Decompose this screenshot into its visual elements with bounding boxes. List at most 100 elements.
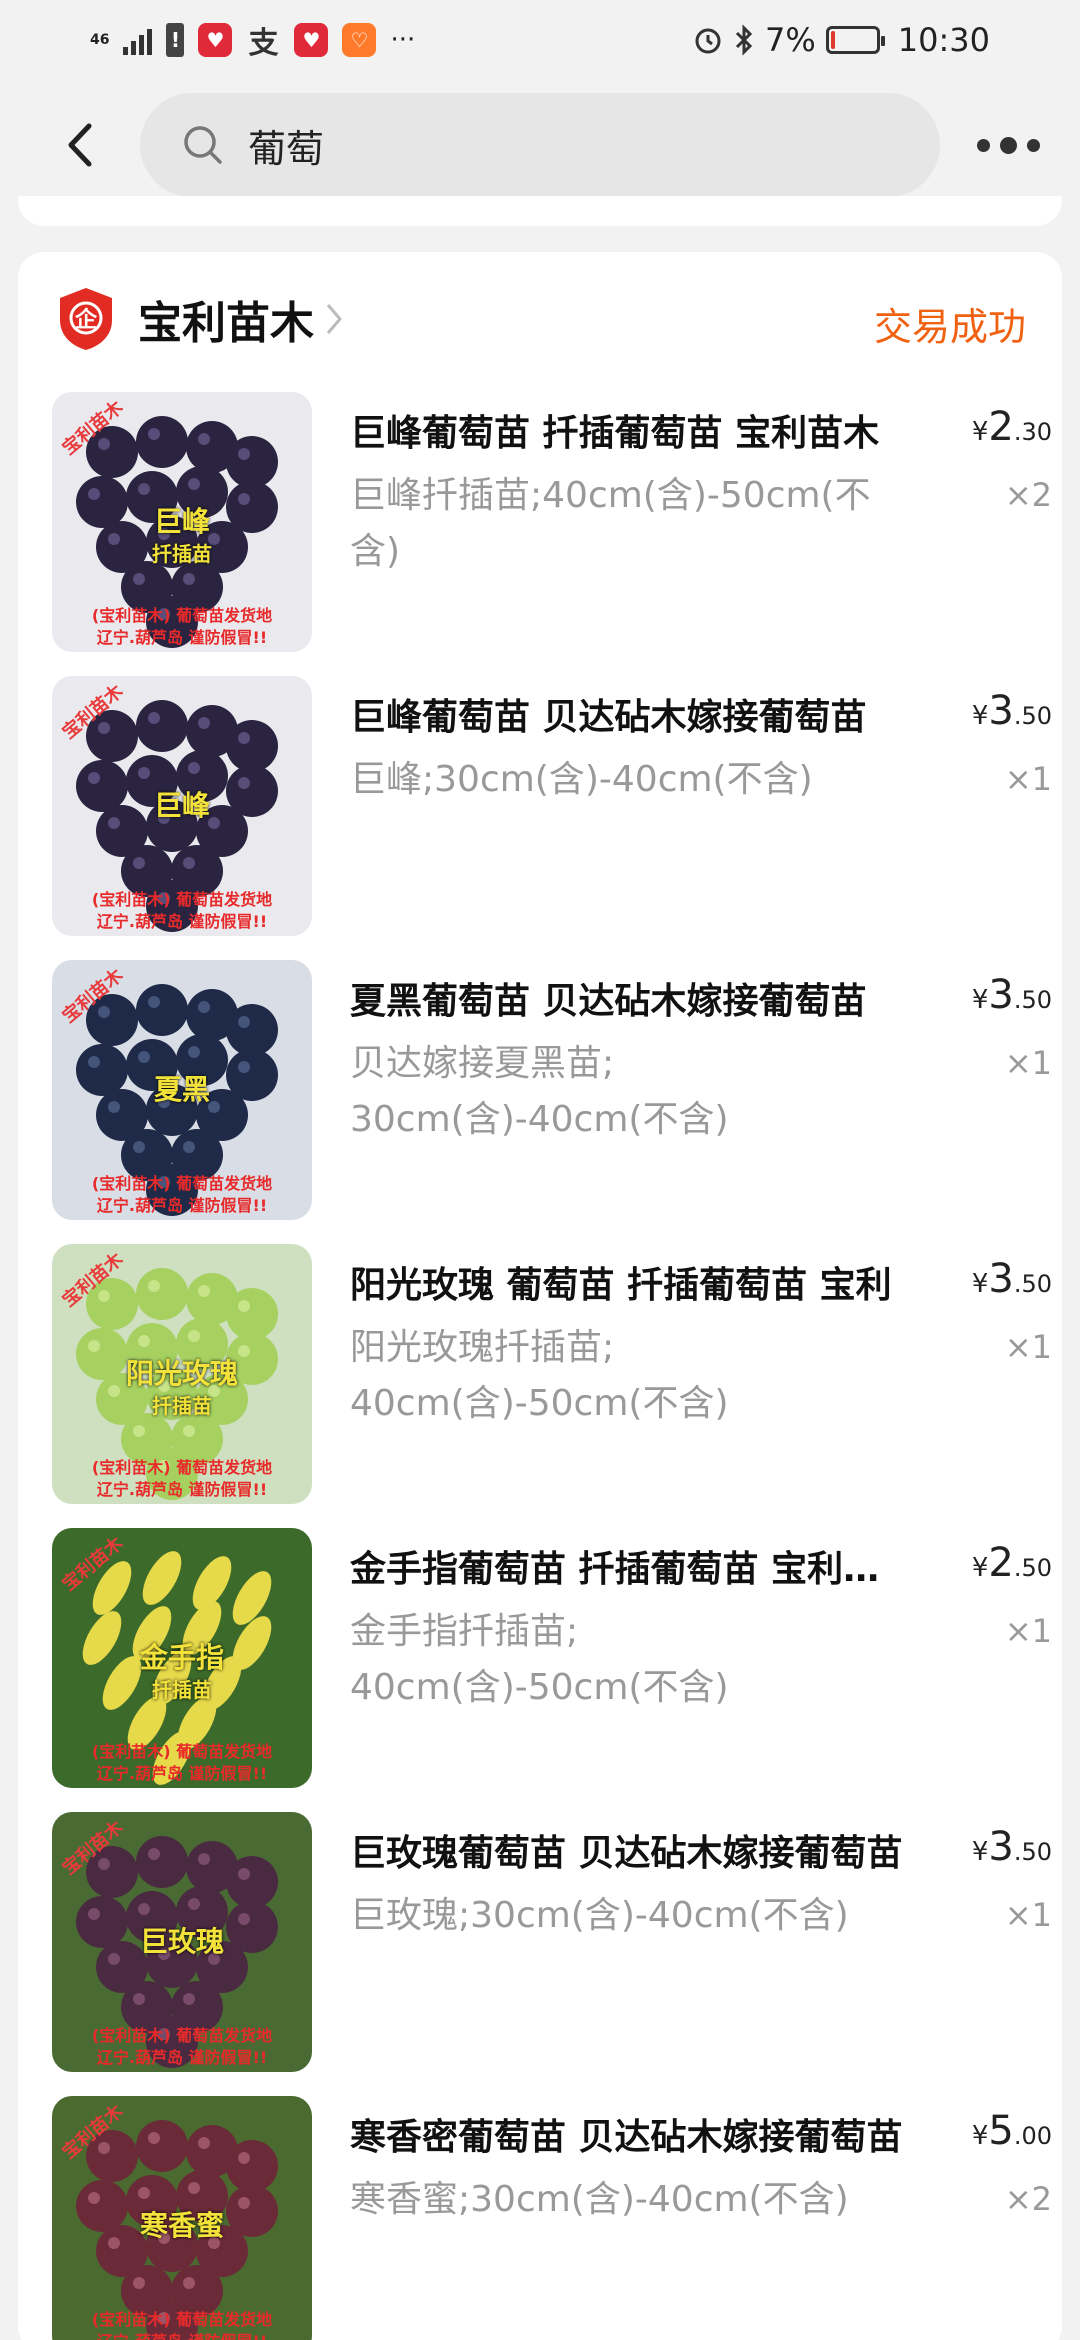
- product-title[interactable]: 寒香密葡萄苗 贝达砧木嫁接葡萄苗: [350, 2108, 910, 2160]
- alarm-icon: [695, 28, 721, 54]
- product-quantity: ×1: [1004, 760, 1052, 798]
- product-quantity: ×1: [1004, 1044, 1052, 1082]
- price-integer: 3: [988, 1256, 1014, 1302]
- product-image[interactable]: 宝利苗木 巨峰 扦插苗 (宝利苗木) 葡萄苗发货地 辽宁.葫芦岛 谨防假冒!!: [52, 392, 312, 652]
- search-icon: [184, 126, 222, 164]
- image-variety-label: 巨玫瑰: [139, 1925, 224, 1958]
- product-price: ¥3.50: [972, 1824, 1052, 1870]
- battery-percent: 7%: [765, 21, 816, 59]
- product-price: ¥2.30: [972, 404, 1052, 450]
- product-quantity: ×1: [1004, 1612, 1052, 1650]
- product-title[interactable]: 阳光玫瑰 葡萄苗 扦插葡萄苗 宝利: [350, 1256, 910, 1308]
- order-item[interactable]: 宝利苗木 金手指 扦插苗 (宝利苗木) 葡萄苗发货地 辽宁.葫芦岛 谨防假冒!! 金手指葡…: [52, 1528, 1052, 1790]
- alert-icon: !: [166, 23, 185, 57]
- image-caption: 辽宁.葫芦岛 谨防假冒!!: [96, 2048, 268, 2067]
- price-integer: 2: [988, 404, 1014, 450]
- chevron-right-icon: [326, 304, 342, 334]
- product-spec: 巨玫瑰;30cm(含)-40cm(不含): [350, 1895, 849, 1936]
- order-item[interactable]: 宝利苗木 阳光玫瑰 扦插苗 (宝利苗木) 葡萄苗发货地 辽宁.葫芦岛 谨防假冒!! 阳光玫…: [52, 1244, 1052, 1506]
- product-price: ¥2.50: [972, 1540, 1052, 1586]
- image-caption: (宝利苗木) 葡萄苗发货地: [91, 1174, 273, 1193]
- dot: [1000, 136, 1017, 154]
- shop-badge-text: 企: [74, 307, 98, 333]
- price-currency: ¥: [971, 985, 989, 1015]
- product-image[interactable]: 宝利苗木 巨玫瑰 (宝利苗木) 葡萄苗发货地 辽宁.葫芦岛 谨防假冒!!: [52, 1812, 312, 2072]
- price-currency: ¥: [971, 1269, 989, 1299]
- order-card: 企 宝利苗木 交易成功 宝利苗木 巨峰 扦插苗 (宝利苗木) 葡萄苗发货地 辽宁.葫芦岛…: [18, 252, 1062, 2340]
- price-decimal: .30: [1013, 418, 1052, 446]
- more-options-button[interactable]: [977, 136, 1040, 154]
- back-button[interactable]: [55, 115, 105, 175]
- app-icon-1: ♥: [198, 23, 233, 57]
- app-icon-3: ♡: [342, 23, 377, 57]
- battery-level: [830, 31, 835, 49]
- image-variety-label: 巨峰: [153, 505, 210, 538]
- price-integer: 3: [988, 972, 1014, 1018]
- image-caption: (宝利苗木) 葡萄苗发货地: [91, 1742, 273, 1761]
- product-spec: 巨峰;30cm(含)-40cm(不含): [350, 759, 813, 800]
- image-variety-label: 夏黑: [153, 1073, 210, 1106]
- search-query: 葡萄: [248, 126, 325, 171]
- bluetooth-icon: [735, 24, 753, 56]
- dot: [1027, 138, 1040, 152]
- alipay-icon: 支: [248, 26, 279, 61]
- price-decimal: .50: [1013, 702, 1052, 730]
- price-decimal: .50: [1013, 986, 1052, 1014]
- image-caption: 辽宁.葫芦岛 谨防假冒!!: [96, 628, 268, 647]
- search-bar[interactable]: 葡萄: [140, 93, 940, 197]
- order-item[interactable]: 宝利苗木寒香蜜(宝利苗木) 葡萄苗发货地辽宁.葫芦岛 谨防假冒!! 寒香密葡萄苗 …: [52, 2096, 1052, 2340]
- product-price: ¥3.50: [972, 1256, 1052, 1302]
- image-variety-label: 巨峰: [153, 789, 210, 822]
- product-title[interactable]: 巨玫瑰葡萄苗 贝达砧木嫁接葡萄苗: [350, 1824, 910, 1876]
- product-quantity: ×1: [1004, 1896, 1052, 1934]
- image-caption: 辽宁.葫芦岛 谨防假冒!!: [52, 2328, 312, 2340]
- image-sub-label: 扦插苗: [152, 1394, 212, 1418]
- product-image[interactable]: 宝利苗木寒香蜜(宝利苗木) 葡萄苗发货地辽宁.葫芦岛 谨防假冒!!: [52, 2096, 312, 2340]
- price-decimal: .50: [1013, 1838, 1052, 1866]
- product-image[interactable]: 宝利苗木 夏黑 (宝利苗木) 葡萄苗发货地 辽宁.葫芦岛 谨防假冒!!: [52, 960, 312, 1220]
- image-caption: 辽宁.葫芦岛 谨防假冒!!: [96, 1480, 268, 1499]
- clock: 10:30: [897, 21, 990, 59]
- dot: [977, 138, 990, 152]
- order-item[interactable]: 宝利苗木 巨峰 扦插苗 (宝利苗木) 葡萄苗发货地 辽宁.葫芦岛 谨防假冒!! 巨峰葡萄苗…: [52, 392, 1052, 654]
- network-type: 46: [90, 32, 110, 48]
- price-decimal: .50: [1013, 1270, 1052, 1298]
- product-image[interactable]: 宝利苗木 金手指 扦插苗 (宝利苗木) 葡萄苗发货地 辽宁.葫芦岛 谨防假冒!!: [52, 1528, 312, 1788]
- shop-link[interactable]: 企 宝利苗木: [56, 284, 344, 354]
- order-item[interactable]: 宝利苗木 巨玫瑰 (宝利苗木) 葡萄苗发货地 辽宁.葫芦岛 谨防假冒!! 巨玫瑰葡萄苗 …: [52, 1812, 1052, 2074]
- price-integer: 3: [988, 1824, 1014, 1870]
- shop-badge-icon: 企: [60, 288, 112, 350]
- image-caption: (宝利苗木) 葡萄苗发货地: [91, 2310, 273, 2329]
- status-bar: 46 ! ♥ 支 ♥ ♡ ··· 7% 10:30: [0, 0, 1080, 80]
- order-item[interactable]: 宝利苗木 巨峰 (宝利苗木) 葡萄苗发货地 辽宁.葫芦岛 谨防假冒!! 巨峰葡萄苗 贝达…: [52, 676, 1052, 938]
- image-caption: 辽宁.葫芦岛 谨防假冒!!: [96, 1196, 268, 1215]
- price-integer: 5: [988, 2108, 1014, 2154]
- product-price: ¥5.00: [972, 2108, 1052, 2154]
- more-notifications: ···: [390, 25, 416, 55]
- product-price: ¥3.50: [972, 688, 1052, 734]
- top-nav: 葡萄: [0, 80, 1080, 210]
- product-title[interactable]: 夏黑葡萄苗 贝达砧木嫁接葡萄苗: [350, 972, 910, 1024]
- app-icon-2: ♥: [294, 23, 329, 57]
- image-caption: (宝利苗木) 葡萄苗发货地: [91, 1458, 273, 1477]
- product-quantity: ×1: [1004, 1328, 1052, 1366]
- previous-order-card: [18, 196, 1062, 226]
- image-sub-label: 扦插苗: [152, 1678, 212, 1702]
- order-status: 交易成功: [873, 305, 1026, 349]
- product-image[interactable]: 宝利苗木 巨峰 (宝利苗木) 葡萄苗发货地 辽宁.葫芦岛 谨防假冒!!: [52, 676, 312, 936]
- price-currency: ¥: [971, 701, 989, 731]
- order-item[interactable]: 宝利苗木 夏黑 (宝利苗木) 葡萄苗发货地 辽宁.葫芦岛 谨防假冒!! 夏黑葡萄苗 贝达…: [52, 960, 1052, 1222]
- image-caption: (宝利苗木) 葡萄苗发货地: [91, 2026, 273, 2045]
- product-quantity: ×2: [1004, 476, 1052, 514]
- product-title[interactable]: 金手指葡萄苗 扦插葡萄苗 宝利苗木: [350, 1540, 910, 1592]
- product-spec: 阳光玫瑰扦插苗; 40cm(含)-50cm(不含): [350, 1327, 729, 1424]
- product-title[interactable]: 巨峰葡萄苗 扦插葡萄苗 宝利苗木: [350, 404, 910, 456]
- price-decimal: .00: [1013, 2122, 1052, 2150]
- product-title[interactable]: 巨峰葡萄苗 贝达砧木嫁接葡萄苗: [350, 688, 910, 740]
- product-image[interactable]: 宝利苗木 阳光玫瑰 扦插苗 (宝利苗木) 葡萄苗发货地 辽宁.葫芦岛 谨防假冒!!: [52, 1244, 312, 1504]
- price-currency: ¥: [971, 417, 989, 447]
- chevron-left-icon: [68, 123, 92, 167]
- product-spec: 寒香蜜;30cm(含)-40cm(不含): [350, 2179, 849, 2220]
- product-spec: 金手指扦插苗; 40cm(含)-50cm(不含): [350, 1611, 729, 1708]
- price-decimal: .50: [1013, 1554, 1052, 1582]
